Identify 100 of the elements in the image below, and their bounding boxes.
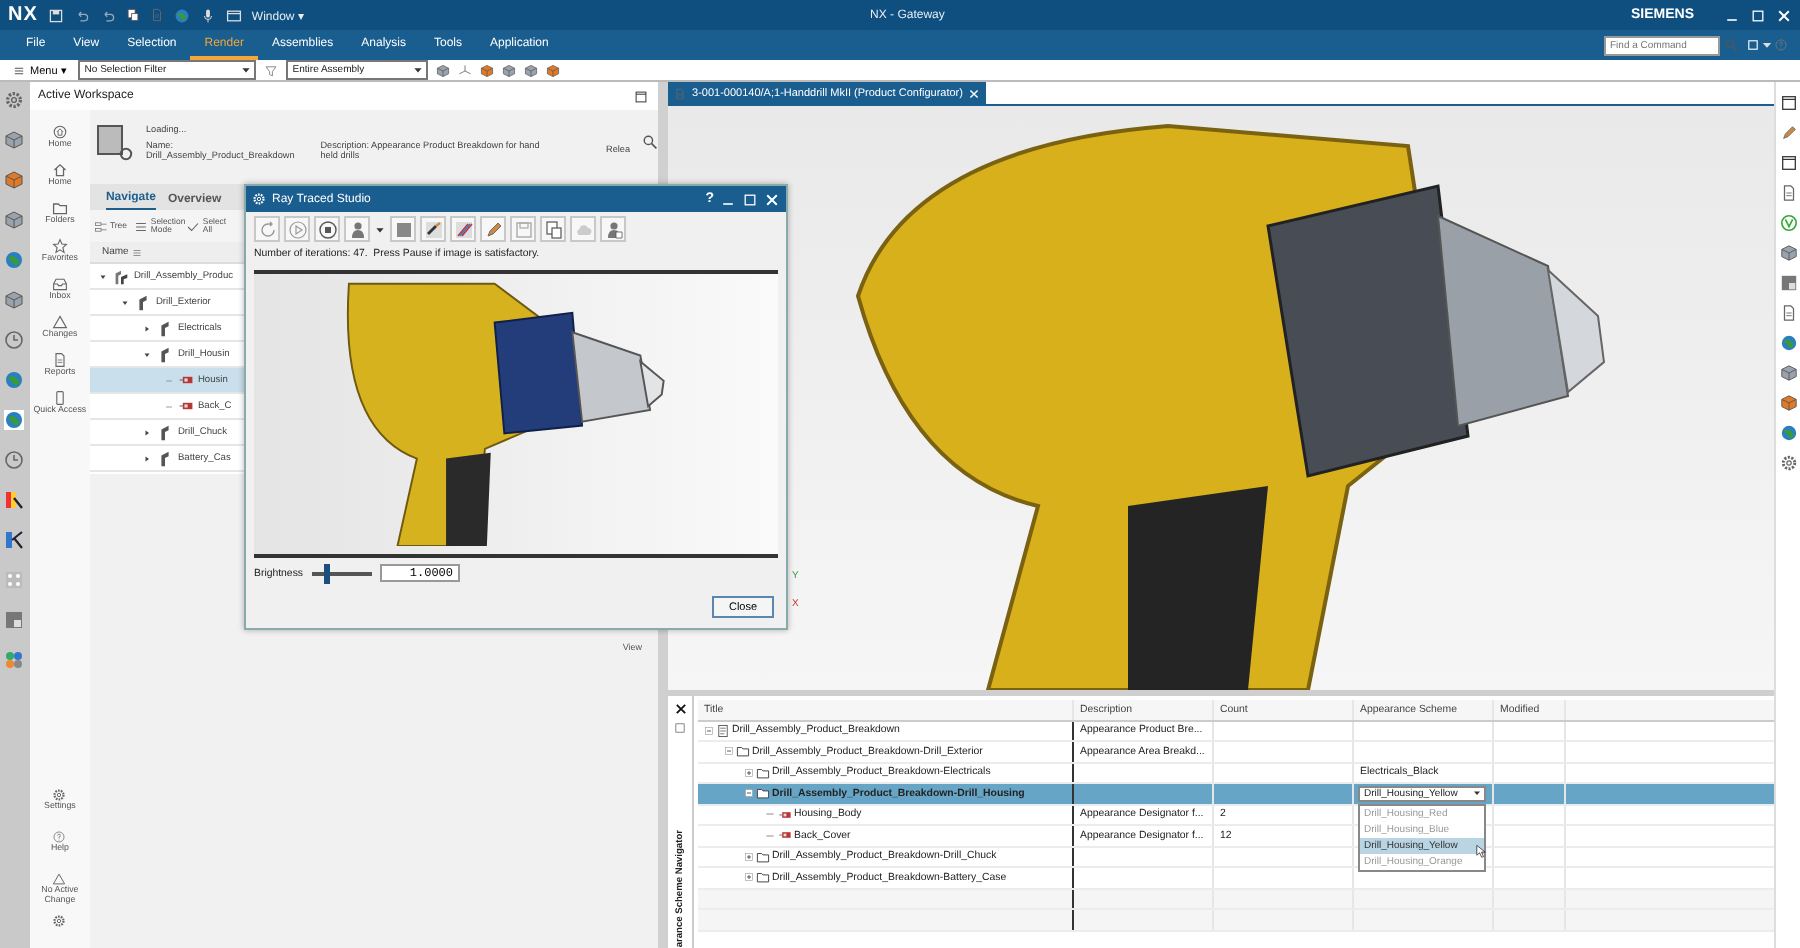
maximize-icon[interactable] (634, 89, 649, 103)
caret-icon (412, 64, 425, 76)
slider-thumb[interactable] (323, 563, 330, 583)
caret-icon[interactable] (141, 349, 152, 359)
cube-icon[interactable] (4, 290, 25, 310)
cube-icon[interactable] (4, 210, 25, 230)
cube-icon[interactable] (480, 63, 495, 77)
v-circle-icon[interactable] (1779, 214, 1798, 232)
clock-icon[interactable] (4, 450, 25, 470)
square-icon (393, 219, 413, 239)
tree-icon (93, 219, 108, 233)
globe-icon[interactable] (1779, 424, 1798, 442)
help-icon (52, 830, 67, 844)
funnel-icon[interactable] (264, 63, 279, 77)
cube-icon[interactable] (4, 130, 25, 150)
caret-icon[interactable] (141, 323, 152, 333)
image-icon[interactable] (4, 610, 25, 630)
pencil-button[interactable] (480, 216, 506, 242)
gear-icon[interactable] (52, 914, 67, 928)
collapse-icon[interactable] (744, 788, 755, 799)
pencils-button[interactable] (450, 216, 476, 242)
cube-icon[interactable] (1779, 394, 1798, 412)
cube-icon[interactable] (546, 63, 561, 77)
connector-icon (163, 401, 174, 411)
designator-icon (177, 398, 194, 414)
gear-icon[interactable] (1779, 454, 1798, 472)
window-icon[interactable] (1779, 94, 1798, 112)
menu-icon (12, 63, 26, 77)
home-icon (51, 124, 68, 140)
star-icon (51, 238, 68, 254)
close-icon[interactable] (673, 702, 688, 716)
color-bar-icon[interactable] (4, 490, 25, 510)
sort-icon[interactable] (132, 247, 143, 257)
image-icon[interactable] (1779, 274, 1798, 292)
caret-icon (1472, 788, 1483, 799)
refresh-icon (257, 219, 277, 239)
document-icon[interactable] (1779, 184, 1798, 202)
figure-icon (603, 219, 623, 239)
copy-icon[interactable] (125, 8, 140, 22)
cube-icon[interactable] (1779, 364, 1798, 382)
clock-icon[interactable] (4, 330, 25, 350)
figure-button[interactable] (344, 216, 370, 242)
connector-icon (163, 375, 174, 385)
stop-icon (317, 219, 337, 239)
globe-icon[interactable] (1779, 334, 1798, 352)
microphone-icon[interactable] (199, 7, 216, 23)
undo-icon[interactable] (73, 7, 90, 23)
figure-icon (347, 219, 367, 239)
phone-icon (51, 390, 68, 406)
caret-icon[interactable] (374, 223, 386, 235)
documents-button[interactable] (540, 216, 566, 242)
caret-icon[interactable] (1760, 38, 1774, 52)
window-icon[interactable] (1779, 154, 1798, 172)
gear-icon[interactable] (4, 90, 25, 110)
spheres-icon[interactable] (4, 650, 25, 670)
cube-icon[interactable] (4, 170, 25, 190)
cube-icon[interactable] (436, 63, 451, 77)
caret-icon (240, 64, 253, 76)
figure-button[interactable] (600, 216, 626, 242)
caret-icon[interactable] (141, 427, 152, 437)
document-icon (674, 87, 687, 99)
save-icon[interactable] (47, 7, 64, 23)
cube-icon[interactable] (502, 63, 517, 77)
pencil-icon[interactable] (1779, 124, 1798, 142)
globe-icon[interactable] (4, 410, 25, 430)
pencils-icon (453, 219, 473, 239)
globe-icon[interactable] (173, 7, 190, 23)
play-icon (287, 219, 307, 239)
redo-icon[interactable] (99, 7, 116, 23)
expand-icon[interactable] (744, 872, 755, 883)
caret-icon[interactable] (97, 271, 108, 281)
fullscreen-icon[interactable] (1746, 38, 1760, 52)
expand-icon[interactable] (744, 767, 755, 778)
brush-button[interactable] (420, 216, 446, 242)
inbox-icon (51, 276, 68, 292)
document-icon (51, 352, 68, 368)
document-icon[interactable] (1779, 304, 1798, 322)
bar-icon[interactable] (4, 530, 25, 550)
documents-icon (543, 219, 563, 239)
axes-icon[interactable] (458, 63, 473, 77)
part-icon (111, 267, 130, 285)
app-logo: NX (8, 4, 38, 26)
expand-icon[interactable] (744, 851, 755, 862)
list-icon (134, 219, 149, 233)
cloud-icon (573, 219, 593, 239)
globe-icon[interactable] (4, 370, 25, 390)
triangle-icon (51, 314, 68, 330)
caret-icon[interactable] (141, 453, 152, 463)
refresh-button[interactable] (254, 216, 280, 242)
brush-icon (423, 219, 443, 239)
cube-icon[interactable] (524, 63, 539, 77)
checkbox-icon[interactable] (674, 722, 687, 734)
check-icon (186, 219, 201, 233)
folder-icon (51, 200, 68, 216)
stop-button[interactable] (314, 216, 340, 242)
caret-icon[interactable] (119, 297, 130, 307)
cube-icon[interactable] (1779, 244, 1798, 262)
gear-icon (52, 788, 67, 802)
search-icon[interactable] (642, 134, 659, 150)
globe-icon[interactable] (4, 250, 25, 270)
